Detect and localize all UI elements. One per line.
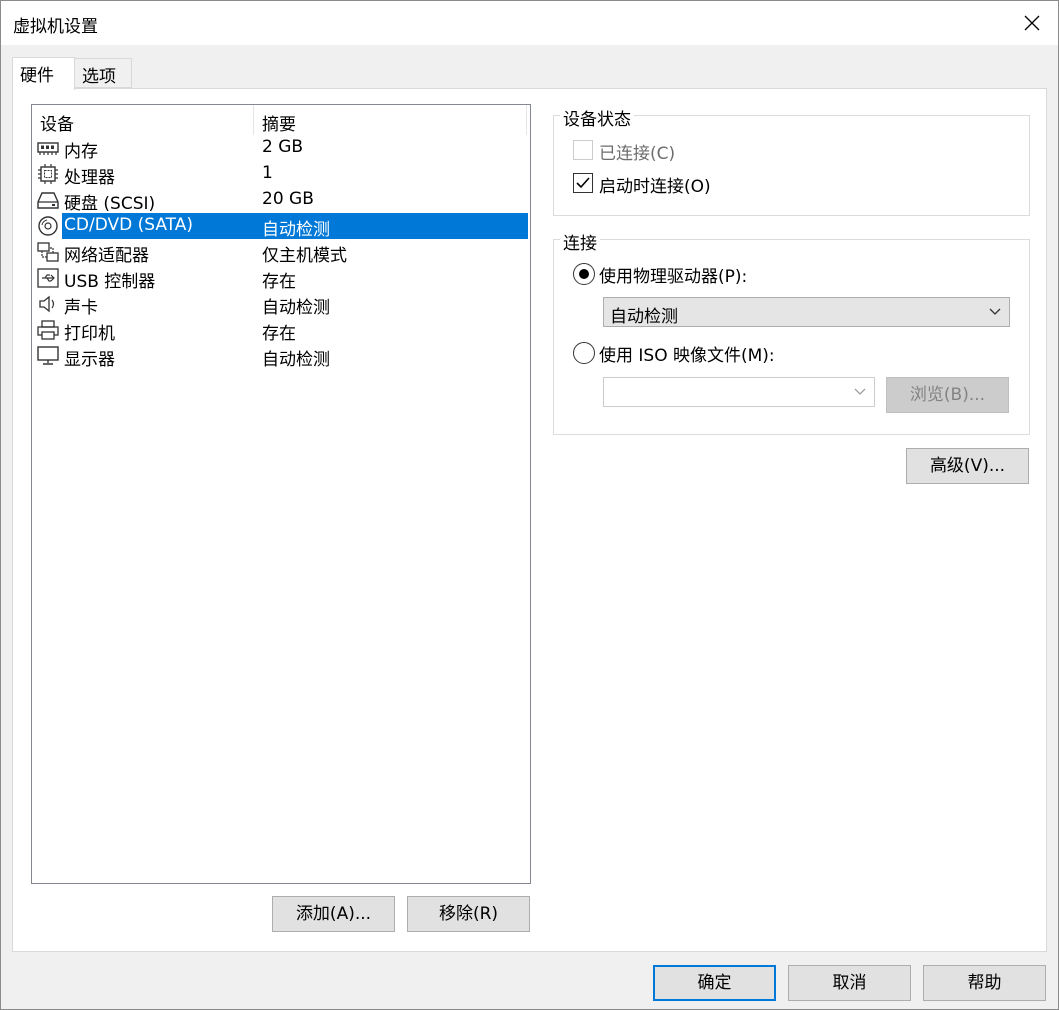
sound-card-icon bbox=[39, 295, 55, 313]
device-name: 声卡 bbox=[64, 298, 98, 318]
connect-at-power-on-checkbox[interactable] bbox=[573, 173, 593, 193]
window-title: 虚拟机设置 bbox=[13, 17, 98, 37]
device-row-sound-card[interactable]: 声卡 自动检测 bbox=[32, 291, 530, 318]
usb-icon bbox=[37, 268, 59, 288]
physical-drive-radio[interactable] bbox=[573, 263, 595, 285]
display-icon bbox=[37, 346, 59, 365]
close-button[interactable] bbox=[1006, 1, 1058, 45]
cancel-button[interactable]: 取消 bbox=[788, 965, 911, 1001]
tab-hardware[interactable]: 硬件 bbox=[12, 57, 75, 90]
memory-icon bbox=[37, 142, 59, 155]
device-summary: 20 GB bbox=[262, 189, 314, 209]
physical-drive-label: 使用物理驱动器(P): bbox=[599, 267, 748, 287]
device-row-cd-dvd[interactable]: CD/DVD (SATA) 自动检测 bbox=[32, 213, 530, 240]
device-summary: 2 GB bbox=[262, 137, 304, 157]
device-name: 显示器 bbox=[64, 350, 115, 370]
device-status-group bbox=[553, 115, 1030, 216]
device-summary: 存在 bbox=[262, 324, 296, 344]
vm-settings-dialog: 虚拟机设置 硬件 选项 设备 摘要 内存 2 GB 处理器 1 硬盘 (SCSI… bbox=[0, 0, 1059, 1010]
hard-disk-icon bbox=[37, 192, 59, 209]
add-device-button[interactable]: 添加(A)... bbox=[272, 896, 395, 932]
device-name: 网络适配器 bbox=[64, 246, 149, 266]
device-row-network-adapter[interactable]: 网络适配器 仅主机模式 bbox=[32, 239, 530, 266]
device-row-printer[interactable]: 打印机 存在 bbox=[32, 317, 530, 344]
device-list[interactable]: 设备 摘要 内存 2 GB 处理器 1 硬盘 (SCSI) 20 GB CD/D… bbox=[31, 104, 531, 884]
device-status-title: 设备状态 bbox=[560, 105, 634, 130]
device-name: CD/DVD (SATA) bbox=[64, 215, 193, 235]
device-name: USB 控制器 bbox=[64, 272, 156, 292]
physical-drive-value: 自动检测 bbox=[610, 307, 678, 327]
list-header: 设备 摘要 bbox=[32, 105, 530, 135]
iso-image-path-combo[interactable] bbox=[603, 377, 875, 407]
tab-options[interactable]: 选项 bbox=[74, 58, 132, 88]
remove-device-button[interactable]: 移除(R) bbox=[407, 896, 530, 932]
title-bar: 虚拟机设置 bbox=[1, 1, 1058, 45]
close-icon bbox=[1024, 15, 1040, 31]
device-row-processor[interactable]: 处理器 1 bbox=[32, 161, 530, 188]
connection-title: 连接 bbox=[560, 229, 600, 254]
checkmark-icon bbox=[576, 177, 590, 189]
device-row-hard-disk[interactable]: 硬盘 (SCSI) 20 GB bbox=[32, 187, 530, 214]
iso-image-radio[interactable] bbox=[573, 342, 595, 364]
device-summary: 仅主机模式 bbox=[262, 246, 347, 266]
device-summary: 自动检测 bbox=[262, 350, 330, 370]
device-row-usb-controller[interactable]: USB 控制器 存在 bbox=[32, 265, 530, 292]
column-header-device[interactable]: 设备 bbox=[40, 110, 74, 135]
device-name: 内存 bbox=[64, 142, 98, 162]
device-name: 硬盘 (SCSI) bbox=[64, 194, 156, 214]
device-summary: 自动检测 bbox=[262, 220, 330, 240]
help-button[interactable]: 帮助 bbox=[923, 965, 1046, 1001]
cd-dvd-icon bbox=[38, 216, 58, 236]
chevron-down-icon bbox=[854, 388, 866, 395]
chevron-down-icon bbox=[989, 308, 1001, 315]
printer-icon bbox=[37, 320, 59, 340]
device-summary: 自动检测 bbox=[262, 298, 330, 318]
connect-at-power-on-label: 启动时连接(O) bbox=[599, 177, 711, 197]
device-summary: 存在 bbox=[262, 272, 296, 292]
device-row-memory[interactable]: 内存 2 GB bbox=[32, 135, 530, 162]
connected-label: 已连接(C) bbox=[599, 144, 676, 164]
ok-button[interactable]: 确定 bbox=[653, 965, 776, 1001]
advanced-button[interactable]: 高级(V)... bbox=[906, 448, 1029, 484]
device-summary: 1 bbox=[262, 163, 273, 183]
column-header-summary[interactable]: 摘要 bbox=[262, 110, 296, 135]
physical-drive-select[interactable]: 自动检测 bbox=[603, 297, 1010, 327]
device-name: 打印机 bbox=[64, 324, 115, 344]
processor-icon bbox=[38, 164, 58, 184]
connected-checkbox[interactable] bbox=[573, 140, 593, 160]
iso-image-label: 使用 ISO 映像文件(M): bbox=[599, 346, 775, 366]
device-name: 处理器 bbox=[64, 168, 115, 188]
device-row-display[interactable]: 显示器 自动检测 bbox=[32, 343, 530, 370]
network-adapter-icon bbox=[37, 242, 59, 262]
browse-button[interactable]: 浏览(B)... bbox=[886, 377, 1009, 413]
